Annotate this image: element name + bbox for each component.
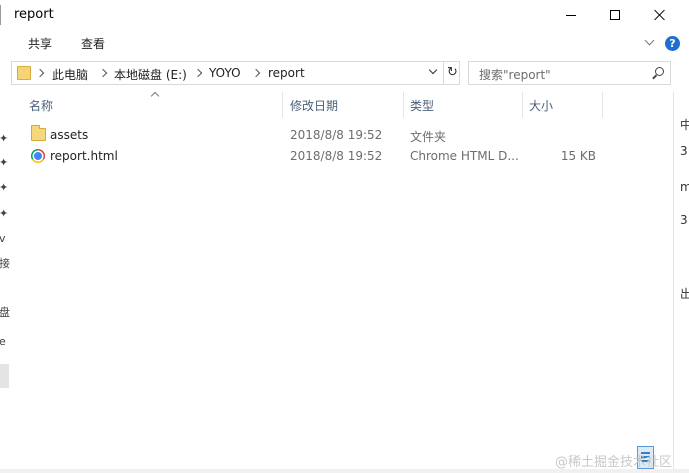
nav-item-fragment[interactable]: v [0,232,6,245]
refresh-icon[interactable]: ↻ [445,65,460,81]
minimize-icon [566,14,576,16]
nav-pin-icon[interactable]: ✦ [0,156,8,169]
breadcrumb-report[interactable]: report [268,66,305,80]
watermark: @稀土掘金技术社区 [555,455,673,470]
divider [443,62,444,84]
tab-share[interactable]: 共享 [28,35,52,52]
column-divider[interactable] [282,92,283,118]
chevron-right-icon[interactable] [195,67,203,79]
column-divider[interactable] [403,92,404,118]
chevron-right-icon[interactable] [37,67,45,79]
title-bar: report [0,0,689,30]
file-date: 2018/8/8 19:52 [290,149,383,163]
nav-pin-icon[interactable]: ✦ [0,207,8,220]
folder-icon [31,125,46,141]
nav-selected-item[interactable] [0,364,9,388]
ribbon-tabs: 共享 查看 ? [0,30,689,56]
search-placeholder: 搜索"report" [479,68,551,82]
vertical-scrollbar[interactable] [655,92,672,452]
window-edge-icon [0,5,3,25]
background-text-fragment: 中 [680,116,689,133]
address-bar[interactable]: 此电脑 本地磁盘 (E:) YOYO report ↻ [11,61,460,85]
close-icon [654,9,666,21]
window-title: report [14,7,54,22]
tab-view[interactable]: 查看 [81,35,105,52]
breadcrumb-local-disk[interactable]: 本地磁盘 (E:) [114,66,187,83]
background-text-fragment: 3 [680,144,688,158]
file-name: assets [50,128,89,142]
maximize-icon [610,10,620,20]
file-date: 2018/8/8 19:52 [290,128,383,142]
background-text-fragment: m [680,180,689,194]
file-type: Chrome HTML D... [410,149,519,163]
file-name: report.html [50,149,118,163]
search-input[interactable]: 搜索"report" [468,61,671,85]
column-name[interactable]: 名称 [29,97,53,114]
breadcrumb-yoyo[interactable]: YOYO [209,66,241,80]
maximize-button[interactable] [592,0,638,30]
nav-item-fragment[interactable]: e [0,335,6,348]
chrome-icon [31,149,45,163]
folder-icon [17,66,31,80]
expand-ribbon-chevron-icon[interactable] [643,35,657,49]
minimize-button[interactable] [548,0,594,30]
nav-item-fragment[interactable]: 接 [0,255,10,271]
column-divider[interactable] [602,92,603,118]
chevron-right-icon[interactable] [253,67,261,79]
file-row-assets[interactable]: assets 2018/8/8 19:52 文件夹 [12,125,654,146]
background-window-edge: 中 3 m 3 出 [673,92,689,473]
address-dropdown-chevron-icon[interactable] [427,66,439,78]
file-type: 文件夹 [410,130,447,144]
nav-pin-icon[interactable]: ✦ [0,132,8,145]
column-type[interactable]: 类型 [410,97,434,114]
column-date-modified[interactable]: 修改日期 [290,97,338,114]
file-size: 15 KB [560,149,596,163]
background-text-fragment: 3 [680,213,688,227]
search-icon[interactable] [652,67,664,79]
nav-item-fragment[interactable]: 盘 [0,304,10,320]
chevron-right-icon[interactable] [100,67,108,79]
help-icon[interactable]: ? [665,36,680,51]
navigation-pane[interactable]: ✦ ✦ ✦ ✦ v 接 盘 e [0,92,12,473]
file-row-report-html[interactable]: report.html 2018/8/8 19:52 Chrome HTML D… [12,146,654,167]
close-button[interactable] [637,0,683,30]
column-divider[interactable] [522,92,523,118]
nav-pin-icon[interactable]: ✦ [0,181,8,194]
background-text-fragment: 出 [680,285,689,302]
column-size[interactable]: 大小 [529,97,553,114]
column-header: 名称 修改日期 类型 大小 [12,92,654,118]
sort-ascending-icon [150,90,160,98]
breadcrumb-this-pc[interactable]: 此电脑 [52,66,88,83]
